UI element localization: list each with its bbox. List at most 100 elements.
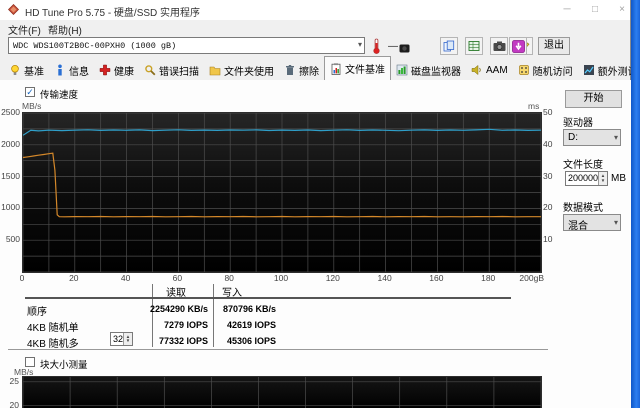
tabbar: 基准 信息 健康 错误扫描 文件夹使用 擦除 文件基准 磁盘监视器 AAM 随机访问 额外测试 — [4, 56, 640, 80]
desktop: HD Tune Pro 5.75 - 硬盘/SSD 实用程序 ─ □ × 文件(… — [0, 0, 640, 408]
chevron-down-icon: ▾ — [613, 218, 618, 227]
y-left-unit: MB/s — [22, 101, 42, 111]
chevron-down-icon: ▾ — [613, 133, 618, 142]
target-drive-select[interactable]: D: ▾ — [563, 129, 621, 146]
block-size-checkbox[interactable] — [25, 357, 35, 367]
stepper-arrows[interactable]: ▲ ▼ — [598, 172, 607, 185]
y-right-unit: ms — [528, 101, 540, 111]
x-tick: 0 — [19, 273, 25, 283]
titlebar: HD Tune Pro 5.75 - 硬盘/SSD 实用程序 ─ □ × — [0, 0, 630, 20]
tab-trash[interactable]: 擦除 — [279, 60, 324, 80]
download-icon — [511, 39, 525, 53]
rand-single-write-value: 42619 IOPS — [226, 320, 276, 330]
window-title: HD Tune Pro 5.75 - 硬盘/SSD 实用程序 — [25, 8, 201, 19]
tab-folder[interactable]: 文件夹使用 — [204, 60, 279, 80]
y-left-tick: 500 — [5, 234, 20, 245]
x-tick: 180 — [481, 273, 496, 283]
app-window: HD Tune Pro 5.75 - 硬盘/SSD 实用程序 ─ □ × 文件(… — [0, 0, 638, 408]
tab-bulb[interactable]: 基准 — [4, 60, 49, 80]
tab-label: 擦除 — [299, 66, 319, 78]
tab-label: 健康 — [114, 66, 134, 78]
folder-icon — [209, 64, 221, 76]
tab-info[interactable]: 信息 — [49, 60, 94, 80]
y-left-tick: 2500 — [1, 107, 20, 117]
tab-label: 随机访问 — [532, 66, 573, 78]
tab-label: 磁盘监视器 — [411, 66, 461, 78]
y-left-tick: 2000 — [1, 138, 20, 149]
trash-icon — [284, 64, 296, 76]
start-button[interactable]: 开始 — [565, 90, 622, 108]
x-tick: 20 — [69, 273, 79, 283]
menubar: 文件(F) 帮助(H) — [0, 20, 630, 37]
monitor-chart-icon — [396, 64, 408, 76]
transfer-speed-label: 传输速度 — [40, 90, 79, 101]
copy-text-button[interactable] — [440, 37, 458, 55]
hdtune-app-icon — [8, 4, 19, 15]
block-y-tick: 25 — [9, 375, 19, 386]
seq-write-value: 870796 KB/s — [222, 304, 276, 314]
screenshot-button[interactable] — [490, 37, 508, 55]
copy-icon — [443, 40, 455, 52]
file-benchmark-panel: ✓ 传输速度 MB/s ms 读取 写入 顺序 2254290 KB/s 870… — [0, 80, 631, 408]
maximize-button[interactable]: □ — [584, 2, 606, 18]
close-button[interactable]: × — [611, 2, 633, 18]
transfer-speed-chart — [22, 112, 542, 273]
x-tick: 60 — [172, 273, 183, 283]
y-right-tick: 10 — [543, 234, 553, 245]
row-label-4k-single: 4KB 随机单 — [27, 323, 79, 334]
tab-dice[interactable]: 随机访问 — [513, 60, 578, 80]
block-size-label: 块大小测量 — [40, 360, 88, 371]
file-length-label: 文件长度 — [563, 160, 603, 171]
drive-select[interactable]: WDC WDS100T2B0C-00PXH0 (1000 gB) ▾ — [8, 37, 365, 54]
file-length-stepper[interactable]: 200000 ▲ ▼ — [565, 171, 608, 186]
exit-button[interactable]: 退出 — [538, 37, 570, 55]
x-end-tick: 200gB — [519, 273, 544, 283]
block-y-tick: 20 — [9, 399, 19, 408]
tab-magnifier[interactable]: 错误扫描 — [139, 60, 204, 80]
spreadsheet-icon — [468, 41, 480, 51]
minimize-button[interactable]: ─ — [556, 2, 578, 18]
tab-monitor-chart[interactable]: 磁盘监视器 — [391, 60, 466, 80]
data-mode-select[interactable]: 混合 ▾ — [563, 214, 621, 232]
chevron-down-icon: ▾ — [357, 40, 362, 49]
x-tick: 140 — [377, 273, 392, 283]
download-button[interactable] — [509, 37, 527, 55]
drive-label: 驱动器 — [563, 118, 593, 129]
tab-health-cross[interactable]: 健康 — [94, 60, 139, 80]
table-rule — [25, 297, 511, 299]
x-tick: 160 — [429, 273, 444, 283]
extra-chart-icon — [583, 64, 595, 76]
tab-label: AAM — [486, 64, 508, 76]
row-label-sequential: 顺序 — [27, 307, 47, 318]
rand-multi-read-value: 77332 IOPS — [158, 336, 208, 346]
menu-file[interactable]: 文件(F) — [4, 22, 45, 37]
x-tick: 80 — [224, 273, 234, 283]
y-right-tick: 30 — [543, 170, 553, 181]
tab-label: 文件基准 — [345, 65, 385, 76]
info-icon — [54, 64, 66, 76]
temperature-value: — — [388, 41, 398, 52]
target-drive-value: D: — [568, 132, 578, 143]
tab-file-chart[interactable]: 文件基准 — [324, 56, 391, 80]
toolbar: WDC WDS100T2B0C-00PXH0 (1000 gB) ▾ — 退出 — [0, 36, 630, 57]
bulb-icon — [9, 64, 21, 76]
file-length-value: 200000 — [567, 173, 598, 183]
copy-table-button[interactable] — [465, 37, 483, 55]
tab-label: 信息 — [69, 66, 89, 78]
x-tick: 40 — [120, 273, 131, 283]
y-right-tick: 20 — [543, 202, 553, 213]
data-mode-value: 混合 — [568, 221, 588, 232]
y-left-tick: 1500 — [1, 170, 20, 181]
block-size-chart — [22, 376, 542, 408]
speaker-icon — [471, 64, 483, 76]
y-right-tick: 40 — [543, 138, 553, 149]
magnifier-icon — [144, 64, 156, 76]
data-mode-label: 数据模式 — [563, 203, 603, 214]
desktop-wallpaper — [631, 0, 640, 408]
menu-help[interactable]: 帮助(H) — [44, 22, 86, 37]
tab-speaker[interactable]: AAM — [466, 60, 513, 80]
x-tick: 100 — [273, 273, 289, 283]
table-rule-bottom — [8, 349, 548, 350]
transfer-speed-checkbox[interactable]: ✓ — [25, 87, 35, 97]
file-length-unit: MB — [611, 173, 626, 184]
